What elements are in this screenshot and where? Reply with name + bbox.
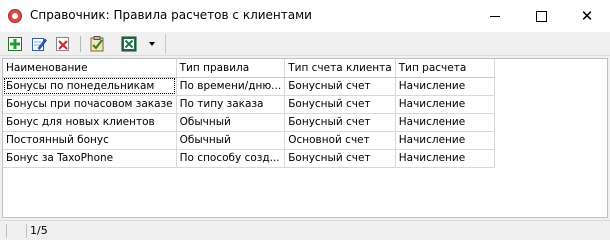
edit-icon	[32, 38, 47, 51]
minimize-icon	[490, 15, 500, 17]
window-title: Справочник: Правила расчетов с клиентами	[30, 8, 312, 22]
minimize-button[interactable]	[472, 0, 518, 32]
cell-rule-type[interactable]: По времени/дню...	[176, 77, 286, 96]
toolbar-dropdown-button[interactable]	[146, 35, 158, 53]
rules-table[interactable]: Наименование Тип правила Тип счета клиен…	[2, 58, 608, 218]
cell-calc-type[interactable]: Начисление	[395, 149, 495, 168]
cell-name[interactable]: Постоянный бонус	[3, 131, 177, 150]
status-bar: 1/5	[0, 220, 610, 240]
table-row[interactable]: Бонус для новых клиентов Обычный Бонусны…	[3, 113, 495, 132]
cell-calc-type[interactable]: Начисление	[395, 113, 495, 132]
cell-name[interactable]: Бонус для новых клиентов	[3, 113, 177, 132]
edit-button[interactable]	[30, 35, 48, 53]
toolbar-separator	[165, 34, 166, 54]
delete-button[interactable]	[54, 35, 72, 53]
table-header-row: Наименование Тип правила Тип счета клиен…	[3, 59, 495, 78]
delete-icon	[56, 37, 69, 51]
cell-calc-type[interactable]: Начисление	[395, 77, 495, 96]
status-divider	[26, 224, 27, 238]
cell-name[interactable]: Бонусы при почасовом заказе	[3, 95, 177, 114]
cell-name[interactable]: Бонус за TaxoPhone	[3, 149, 177, 168]
data-grid: Наименование Тип правила Тип счета клиен…	[3, 59, 495, 168]
close-button[interactable]: ✕	[564, 0, 610, 32]
table-row[interactable]: Бонус за TaxoPhone По способу созд... Бо…	[3, 149, 495, 168]
status-divider	[6, 224, 7, 238]
cell-rule-type[interactable]: Обычный	[176, 131, 286, 150]
record-counter: 1/5	[30, 224, 48, 237]
column-header-calc-type[interactable]: Тип расчета	[395, 59, 495, 78]
toolbar-separator	[80, 36, 81, 52]
table-row[interactable]: Бонусы по понедельникам По времени/дню..…	[3, 77, 495, 96]
cell-name[interactable]: Бонусы по понедельникам	[3, 77, 177, 96]
cell-account-type[interactable]: Основной счет	[284, 131, 396, 150]
table-row[interactable]: Постоянный бонус Обычный Основной счет Н…	[3, 131, 495, 150]
cell-account-type[interactable]: Бонусный счет	[284, 113, 396, 132]
app-logo-icon	[8, 9, 22, 23]
toolbar	[0, 32, 610, 56]
table-row[interactable]: Бонусы при почасовом заказе По типу зака…	[3, 95, 495, 114]
add-icon	[8, 37, 22, 51]
excel-export-icon	[121, 36, 137, 52]
add-button[interactable]	[6, 35, 24, 53]
app-window: Справочник: Правила расчетов с клиентами…	[0, 0, 610, 240]
close-icon: ✕	[580, 6, 594, 25]
cell-rule-type[interactable]: Обычный	[176, 113, 286, 132]
column-header-account-type[interactable]: Тип счета клиента	[284, 59, 396, 78]
cell-rule-type[interactable]: По типу заказа	[176, 95, 286, 114]
cell-account-type[interactable]: Бонусный счет	[284, 95, 396, 114]
properties-icon	[90, 36, 104, 52]
maximize-icon	[535, 10, 547, 22]
cell-calc-type[interactable]: Начисление	[395, 131, 495, 150]
cell-rule-type[interactable]: По способу созд...	[176, 149, 286, 168]
maximize-button[interactable]	[518, 0, 564, 32]
column-header-name[interactable]: Наименование	[3, 59, 177, 78]
title-bar: Справочник: Правила расчетов с клиентами…	[0, 0, 610, 32]
column-header-rule-type[interactable]: Тип правила	[176, 59, 286, 78]
cell-account-type[interactable]: Бонусный счет	[284, 77, 396, 96]
cell-account-type[interactable]: Бонусный счет	[284, 149, 396, 168]
cell-calc-type[interactable]: Начисление	[395, 95, 495, 114]
chevron-down-icon	[149, 42, 155, 46]
properties-button[interactable]	[88, 35, 106, 53]
excel-export-button[interactable]	[120, 35, 138, 53]
